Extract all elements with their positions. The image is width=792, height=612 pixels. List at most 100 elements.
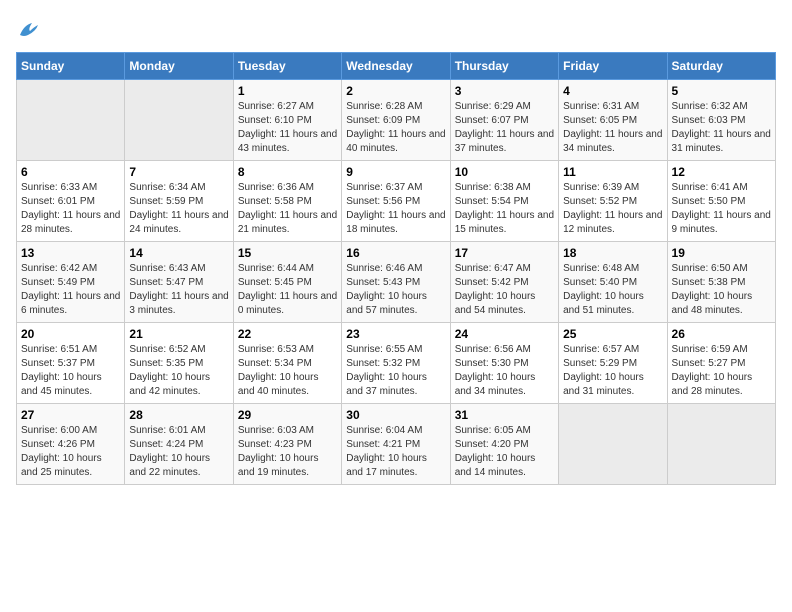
- day-info: Sunrise: 6:27 AMSunset: 6:10 PMDaylight:…: [238, 101, 337, 154]
- logo: [16, 16, 40, 42]
- day-info: Sunrise: 6:31 AMSunset: 6:05 PMDaylight:…: [563, 101, 662, 154]
- day-info: Sunrise: 6:53 AMSunset: 5:34 PMDaylight:…: [238, 344, 319, 397]
- calendar-cell: 1 Sunrise: 6:27 AMSunset: 6:10 PMDaylight…: [233, 80, 341, 161]
- weekday-header: Thursday: [450, 53, 558, 80]
- day-number: 12: [672, 165, 771, 179]
- calendar-cell: 7 Sunrise: 6:34 AMSunset: 5:59 PMDaylight…: [125, 161, 233, 242]
- day-number: 11: [563, 165, 662, 179]
- day-number: 9: [346, 165, 445, 179]
- weekday-header: Sunday: [17, 53, 125, 80]
- day-info: Sunrise: 6:52 AMSunset: 5:35 PMDaylight:…: [129, 344, 210, 397]
- day-info: Sunrise: 6:59 AMSunset: 5:27 PMDaylight:…: [672, 344, 753, 397]
- day-number: 18: [563, 246, 662, 260]
- day-number: 3: [455, 84, 554, 98]
- day-info: Sunrise: 6:29 AMSunset: 6:07 PMDaylight:…: [455, 101, 554, 154]
- day-info: Sunrise: 6:56 AMSunset: 5:30 PMDaylight:…: [455, 344, 536, 397]
- day-info: Sunrise: 6:04 AMSunset: 4:21 PMDaylight:…: [346, 425, 427, 478]
- day-info: Sunrise: 6:50 AMSunset: 5:38 PMDaylight:…: [672, 263, 753, 316]
- day-number: 23: [346, 327, 445, 341]
- day-info: Sunrise: 6:38 AMSunset: 5:54 PMDaylight:…: [455, 182, 554, 235]
- day-number: 30: [346, 408, 445, 422]
- day-info: Sunrise: 6:44 AMSunset: 5:45 PMDaylight:…: [238, 263, 337, 316]
- calendar-cell: 3 Sunrise: 6:29 AMSunset: 6:07 PMDaylight…: [450, 80, 558, 161]
- day-info: Sunrise: 6:36 AMSunset: 5:58 PMDaylight:…: [238, 182, 337, 235]
- day-number: 1: [238, 84, 337, 98]
- day-number: 25: [563, 327, 662, 341]
- day-number: 20: [21, 327, 120, 341]
- calendar-cell: 8 Sunrise: 6:36 AMSunset: 5:58 PMDaylight…: [233, 161, 341, 242]
- logo-bird-icon: [18, 21, 40, 39]
- day-info: Sunrise: 6:51 AMSunset: 5:37 PMDaylight:…: [21, 344, 102, 397]
- day-info: Sunrise: 6:47 AMSunset: 5:42 PMDaylight:…: [455, 263, 536, 316]
- calendar-table: SundayMondayTuesdayWednesdayThursdayFrid…: [16, 52, 776, 485]
- calendar-cell: 11 Sunrise: 6:39 AMSunset: 5:52 PMDayligh…: [559, 161, 667, 242]
- weekday-header: Friday: [559, 53, 667, 80]
- day-number: 28: [129, 408, 228, 422]
- day-number: 10: [455, 165, 554, 179]
- day-number: 14: [129, 246, 228, 260]
- day-number: 29: [238, 408, 337, 422]
- calendar-cell: 24 Sunrise: 6:56 AMSunset: 5:30 PMDayligh…: [450, 323, 558, 404]
- day-number: 6: [21, 165, 120, 179]
- day-info: Sunrise: 6:46 AMSunset: 5:43 PMDaylight:…: [346, 263, 427, 316]
- calendar-cell: 29 Sunrise: 6:03 AMSunset: 4:23 PMDayligh…: [233, 404, 341, 485]
- day-number: 22: [238, 327, 337, 341]
- day-info: Sunrise: 6:28 AMSunset: 6:09 PMDaylight:…: [346, 101, 445, 154]
- calendar-cell: 9 Sunrise: 6:37 AMSunset: 5:56 PMDaylight…: [342, 161, 450, 242]
- day-info: Sunrise: 6:32 AMSunset: 6:03 PMDaylight:…: [672, 101, 771, 154]
- calendar-cell: 26 Sunrise: 6:59 AMSunset: 5:27 PMDayligh…: [667, 323, 775, 404]
- day-number: 27: [21, 408, 120, 422]
- day-info: Sunrise: 6:33 AMSunset: 6:01 PMDaylight:…: [21, 182, 120, 235]
- calendar-cell: [125, 80, 233, 161]
- day-info: Sunrise: 6:55 AMSunset: 5:32 PMDaylight:…: [346, 344, 427, 397]
- day-info: Sunrise: 6:43 AMSunset: 5:47 PMDaylight:…: [129, 263, 228, 316]
- calendar-cell: 4Sunrise: 6:31 AMSunset: 6:05 PMDaylight…: [559, 80, 667, 161]
- day-number: 31: [455, 408, 554, 422]
- day-number: 13: [21, 246, 120, 260]
- day-number: 5: [672, 84, 771, 98]
- day-info: Sunrise: 6:05 AMSunset: 4:20 PMDaylight:…: [455, 425, 536, 478]
- calendar-cell: 30 Sunrise: 6:04 AMSunset: 4:21 PMDayligh…: [342, 404, 450, 485]
- calendar-cell: 22 Sunrise: 6:53 AMSunset: 5:34 PMDayligh…: [233, 323, 341, 404]
- day-info: Sunrise: 6:39 AMSunset: 5:52 PMDaylight:…: [563, 182, 662, 235]
- day-info: Sunrise: 6:00 AMSunset: 4:26 PMDaylight:…: [21, 425, 102, 478]
- calendar-cell: [559, 404, 667, 485]
- day-number: 8: [238, 165, 337, 179]
- weekday-header: Monday: [125, 53, 233, 80]
- day-number: 17: [455, 246, 554, 260]
- day-number: 19: [672, 246, 771, 260]
- day-info: Sunrise: 6:42 AMSunset: 5:49 PMDaylight:…: [21, 263, 120, 316]
- day-info: Sunrise: 6:01 AMSunset: 4:24 PMDaylight:…: [129, 425, 210, 478]
- calendar-cell: 15 Sunrise: 6:44 AMSunset: 5:45 PMDayligh…: [233, 242, 341, 323]
- day-number: 2: [346, 84, 445, 98]
- calendar-cell: [667, 404, 775, 485]
- day-number: 26: [672, 327, 771, 341]
- calendar-cell: 19 Sunrise: 6:50 AMSunset: 5:38 PMDayligh…: [667, 242, 775, 323]
- calendar-cell: 10 Sunrise: 6:38 AMSunset: 5:54 PMDayligh…: [450, 161, 558, 242]
- day-info: Sunrise: 6:34 AMSunset: 5:59 PMDaylight:…: [129, 182, 228, 235]
- calendar-cell: 13 Sunrise: 6:42 AMSunset: 5:49 PMDayligh…: [17, 242, 125, 323]
- calendar-cell: 5 Sunrise: 6:32 AMSunset: 6:03 PMDaylight…: [667, 80, 775, 161]
- day-number: 24: [455, 327, 554, 341]
- calendar-cell: 6 Sunrise: 6:33 AMSunset: 6:01 PMDaylight…: [17, 161, 125, 242]
- calendar-cell: [17, 80, 125, 161]
- day-info: Sunrise: 6:41 AMSunset: 5:50 PMDaylight:…: [672, 182, 771, 235]
- calendar-cell: 31 Sunrise: 6:05 AMSunset: 4:20 PMDayligh…: [450, 404, 558, 485]
- calendar-cell: 14 Sunrise: 6:43 AMSunset: 5:47 PMDayligh…: [125, 242, 233, 323]
- day-number: 16: [346, 246, 445, 260]
- day-number: 7: [129, 165, 228, 179]
- calendar-cell: 17 Sunrise: 6:47 AMSunset: 5:42 PMDayligh…: [450, 242, 558, 323]
- calendar-cell: 2 Sunrise: 6:28 AMSunset: 6:09 PMDaylight…: [342, 80, 450, 161]
- day-info: Sunrise: 6:37 AMSunset: 5:56 PMDaylight:…: [346, 182, 445, 235]
- calendar-cell: 18Sunrise: 6:48 AMSunset: 5:40 PMDayligh…: [559, 242, 667, 323]
- calendar-cell: 21Sunrise: 6:52 AMSunset: 5:35 PMDayligh…: [125, 323, 233, 404]
- day-number: 15: [238, 246, 337, 260]
- day-info: Sunrise: 6:57 AMSunset: 5:29 PMDaylight:…: [563, 344, 644, 397]
- calendar-cell: 20 Sunrise: 6:51 AMSunset: 5:37 PMDayligh…: [17, 323, 125, 404]
- day-info: Sunrise: 6:03 AMSunset: 4:23 PMDaylight:…: [238, 425, 319, 478]
- weekday-header: Wednesday: [342, 53, 450, 80]
- calendar-cell: 25 Sunrise: 6:57 AMSunset: 5:29 PMDayligh…: [559, 323, 667, 404]
- calendar-cell: 23 Sunrise: 6:55 AMSunset: 5:32 PMDayligh…: [342, 323, 450, 404]
- calendar-cell: 27 Sunrise: 6:00 AMSunset: 4:26 PMDayligh…: [17, 404, 125, 485]
- weekday-header: Tuesday: [233, 53, 341, 80]
